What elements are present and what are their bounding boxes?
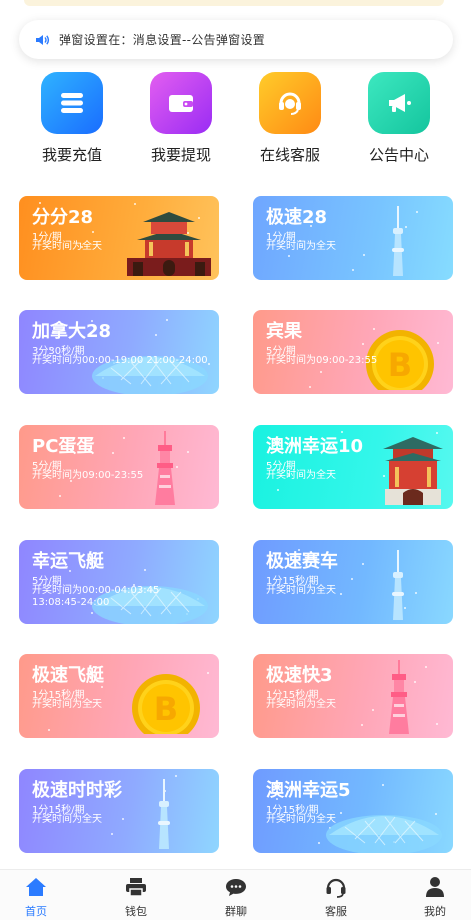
game-title: 宾果 bbox=[266, 321, 302, 342]
chat-bubble-icon bbox=[206, 874, 266, 900]
sparkle bbox=[277, 489, 279, 491]
tab-mine[interactable]: 我的 bbox=[405, 874, 465, 919]
sparkle bbox=[320, 371, 322, 373]
sparkle bbox=[352, 269, 354, 271]
sparkle bbox=[436, 723, 438, 725]
sparkle bbox=[363, 254, 365, 256]
game-draw-hours: 开奖时间为09:00-23:55 bbox=[32, 470, 144, 481]
quick-withdraw[interactable]: 我要提现 bbox=[136, 72, 226, 165]
sparkle bbox=[134, 203, 136, 205]
game-draw-hours: 开奖时间为全天 bbox=[32, 699, 102, 710]
sparkle bbox=[48, 729, 50, 731]
tab-chat[interactable]: 群聊 bbox=[206, 874, 266, 919]
top-strip bbox=[24, 0, 444, 6]
game-draw-hours: 开奖时间为09:00-23:55 bbox=[266, 355, 378, 366]
quick-recharge[interactable]: 我要充值 bbox=[27, 72, 117, 165]
sparkle bbox=[416, 211, 418, 213]
sparkle bbox=[166, 319, 168, 321]
game-card[interactable]: 幸运飞艇 5分/期 开奖时间为00:00-04:03:45 13:08:45-24:… bbox=[19, 540, 219, 624]
customer-service-icon bbox=[259, 72, 321, 134]
headset-icon bbox=[306, 874, 366, 900]
sparkle bbox=[187, 451, 189, 453]
bottom-tabbar: 首页 钱包 群聊 客服 我的 bbox=[0, 869, 471, 920]
sparkle bbox=[351, 578, 353, 580]
sparkle bbox=[111, 833, 113, 835]
game-draw-hours: 开奖时间为全天 bbox=[266, 585, 336, 596]
tab-home-label: 首页 bbox=[25, 905, 47, 918]
dome-illustration bbox=[91, 340, 209, 394]
game-title: 极速28 bbox=[266, 207, 328, 228]
recharge-icon bbox=[41, 72, 103, 134]
game-title: 澳洲幸运10 bbox=[266, 436, 364, 457]
game-draw-hours: 开奖时间为00:00-19:00 21:00-24:00 bbox=[32, 355, 208, 366]
quick-announcement[interactable]: 公告中心 bbox=[354, 72, 444, 165]
game-title: 极速快3 bbox=[266, 665, 333, 686]
game-title: 极速赛车 bbox=[266, 551, 338, 572]
quick-service-label: 在线客服 bbox=[259, 146, 320, 164]
user-icon bbox=[405, 874, 465, 900]
tab-service[interactable]: 客服 bbox=[306, 874, 366, 919]
game-draw-hours: 开奖时间为全天 bbox=[266, 241, 336, 252]
tab-wallet-label: 钱包 bbox=[125, 905, 147, 918]
game-card[interactable]: 极速快3 1分15秒/期 开奖时间为全天 bbox=[253, 654, 453, 738]
game-title: 极速飞艇 bbox=[32, 665, 104, 686]
game-draw-hours: 开奖时间为00:00-04:03:45 13:08:45-24:00 bbox=[32, 585, 160, 608]
game-title: 澳洲幸运5 bbox=[266, 780, 351, 801]
game-title: 极速时时彩 bbox=[32, 780, 122, 801]
game-card[interactable]: 澳洲幸运10 5分/期 开奖时间为全天 bbox=[253, 425, 453, 509]
tab-mine-label: 我的 bbox=[424, 905, 446, 918]
sparkle bbox=[361, 724, 363, 726]
sparkle bbox=[123, 437, 125, 439]
game-card[interactable]: 极速赛车 1分15秒/期 开奖时间为全天 bbox=[253, 540, 453, 624]
quick-actions: 我要充值 我要提现 在线客服 公告中心 bbox=[0, 72, 471, 172]
sparkle bbox=[318, 842, 320, 844]
game-title: PC蛋蛋 bbox=[32, 436, 95, 457]
sparkle bbox=[309, 386, 311, 388]
game-card[interactable]: B 宾果 5分/期 开奖时间为09:00-23:55 bbox=[253, 310, 453, 394]
game-card[interactable]: 分分28 1分/期 开奖时间为全天 bbox=[19, 196, 219, 280]
sparkle bbox=[425, 666, 427, 668]
game-draw-hours: 开奖时间为全天 bbox=[266, 470, 336, 481]
tab-chat-label: 群聊 bbox=[225, 905, 247, 918]
sparkle bbox=[155, 334, 157, 336]
sparkle bbox=[288, 255, 290, 257]
wallet-icon bbox=[150, 72, 212, 134]
game-draw-hours: 开奖时间为全天 bbox=[32, 241, 102, 252]
wallet-printer-icon bbox=[106, 874, 166, 900]
tab-wallet[interactable]: 钱包 bbox=[106, 874, 166, 919]
quick-recharge-label: 我要充值 bbox=[41, 146, 102, 164]
game-card[interactable]: PC蛋蛋 5分/期 开奖时间为09:00-23:55 bbox=[19, 425, 219, 509]
game-card[interactable]: B 极速飞艇 1分15秒/期 开奖时间为全天 bbox=[19, 654, 219, 738]
game-title: 加拿大28 bbox=[32, 321, 112, 342]
game-draw-hours: 开奖时间为全天 bbox=[32, 814, 102, 825]
notice-text: 弹窗设置在：消息设置--公告弹窗设置 bbox=[59, 33, 266, 47]
game-card[interactable]: 极速时时彩 1分15秒/期 开奖时间为全天 bbox=[19, 769, 219, 853]
sparkle bbox=[362, 563, 364, 565]
sparkle bbox=[175, 775, 177, 777]
sparkle bbox=[382, 784, 384, 786]
notice-bar[interactable]: 弹窗设置在：消息设置--公告弹窗设置 bbox=[19, 20, 453, 59]
tab-home[interactable]: 首页 bbox=[6, 874, 66, 919]
game-card[interactable]: 澳洲幸运5 1分15秒/期 开奖时间为全天 bbox=[253, 769, 453, 853]
speaker-icon bbox=[36, 34, 50, 45]
game-card[interactable]: 极速28 1分/期 开奖时间为全天 bbox=[253, 196, 453, 280]
tab-service-label: 客服 bbox=[325, 905, 347, 918]
quick-service[interactable]: 在线客服 bbox=[245, 72, 335, 165]
sparkle bbox=[92, 231, 94, 233]
game-title: 幸运飞艇 bbox=[32, 551, 104, 572]
game-draw-hours: 开奖时间为全天 bbox=[266, 814, 336, 825]
megaphone-icon bbox=[368, 72, 430, 134]
quick-withdraw-label: 我要提现 bbox=[150, 146, 211, 164]
quick-announcement-label: 公告中心 bbox=[368, 146, 429, 164]
game-card[interactable]: 加拿大28 3分30秒/期 开奖时间为00:00-19:00 21:00-24:00 bbox=[19, 310, 219, 394]
home-icon bbox=[6, 874, 66, 900]
game-draw-hours: 开奖时间为全天 bbox=[266, 699, 336, 710]
sparkle bbox=[112, 452, 114, 454]
sparkle bbox=[59, 495, 61, 497]
game-title: 分分28 bbox=[32, 207, 94, 228]
dome-illustration bbox=[325, 799, 443, 853]
